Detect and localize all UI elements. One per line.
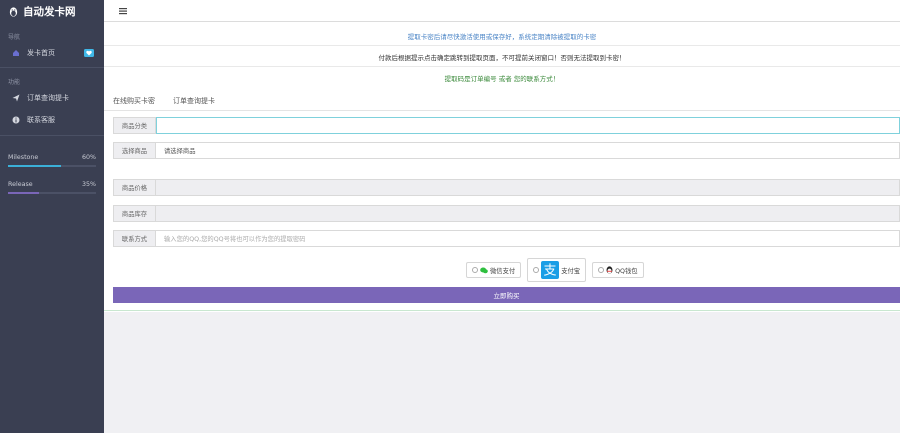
contact-input[interactable]: 输入您的QQ,您的QQ号将也可以作为您的提取密码 — [156, 231, 899, 246]
pay-label: 微信支付 — [490, 267, 516, 275]
wechat-icon — [480, 267, 488, 274]
price-label: 商品价格 — [114, 180, 156, 195]
menu-icon[interactable] — [119, 7, 127, 15]
stock-label: 商品库存 — [114, 206, 156, 221]
payment-options: 微信支付 支 支付宝 QQ钱包 — [466, 258, 644, 282]
stock-row: 商品库存 — [113, 205, 900, 222]
notice-line-1: 提取卡密后请尽快激活使用或保存好，系统定期清除被提取的卡密 — [407, 33, 597, 41]
progress-track — [8, 165, 96, 167]
price-row: 商品价格 — [113, 179, 900, 196]
sidebar-item-contact[interactable]: 联系客服 — [0, 112, 104, 128]
progress-release: Release 35% — [8, 181, 96, 194]
notice-divider — [104, 66, 900, 67]
penguin-icon — [9, 6, 18, 17]
top-bar — [104, 0, 900, 22]
sidebar-item-order-query[interactable]: 订单查询提卡 — [0, 90, 104, 106]
category-select[interactable] — [156, 117, 900, 134]
heart-badge-icon — [84, 49, 94, 57]
progress-milestone: Milestone 60% — [8, 154, 96, 167]
pay-wechat-option[interactable]: 微信支付 — [466, 262, 522, 278]
sidebar-divider — [0, 135, 104, 136]
stock-field — [156, 206, 899, 221]
tab-order-query[interactable]: 订单查询提卡 — [173, 96, 215, 106]
pay-alipay-option[interactable]: 支 支付宝 — [527, 258, 587, 282]
progress-fill — [8, 192, 39, 194]
pay-label: 支付宝 — [561, 267, 581, 275]
section-label-func: 功能 — [8, 79, 21, 86]
tab-buy-online[interactable]: 在线购买卡密 — [113, 96, 155, 106]
sidebar-item-home[interactable]: 发卡首页 — [0, 45, 104, 61]
contact-label: 联系方式 — [114, 231, 156, 246]
contact-row: 联系方式 输入您的QQ,您的QQ号将也可以作为您的提取密码 — [113, 230, 900, 247]
notice-divider — [104, 45, 900, 46]
radio-button[interactable] — [533, 267, 540, 273]
product-select[interactable]: 请选择商品 — [156, 143, 899, 158]
product-row: 选择商品 请选择商品 — [113, 142, 900, 159]
notice-line-2: 付款后根据提示点击确定跳转到提取页面，不可提前关闭窗口！否则无法提取到卡密！ — [378, 54, 626, 62]
price-field — [156, 180, 899, 195]
section-label-nav: 导航 — [8, 34, 21, 41]
progress-fill — [8, 165, 61, 167]
progress-track — [8, 192, 96, 194]
buy-now-button[interactable]: 立即购买 — [113, 287, 900, 303]
progress-value: 60% — [82, 154, 96, 161]
product-label: 选择商品 — [114, 143, 156, 158]
tabs: 在线购买卡密 订单查询提卡 — [113, 96, 215, 106]
progress-label: Milestone — [8, 154, 39, 161]
progress-value: 35% — [82, 181, 96, 188]
pay-qq-option[interactable]: QQ钱包 — [592, 262, 644, 278]
notice-line-3: 提取码是订单编号 或者 您的联系方式！ — [444, 75, 560, 83]
send-icon — [12, 94, 20, 102]
panel-bottom-border — [104, 310, 900, 311]
svg-text:支: 支 — [544, 264, 557, 279]
sidebar-item-label: 发卡首页 — [27, 49, 55, 57]
main-panel: 提取卡密后请尽快激活使用或保存好，系统定期清除被提取的卡密 付款后根据提示点击确… — [104, 22, 900, 312]
sidebar: 自动发卡网 导航 发卡首页 功能 订单查询提卡 联系客服 Milestone 6… — [0, 0, 104, 433]
sidebar-divider — [0, 67, 104, 68]
category-label: 商品分类 — [114, 118, 156, 133]
home-icon — [12, 49, 20, 57]
category-row: 商品分类 — [113, 117, 900, 134]
qq-wallet-icon — [606, 266, 613, 274]
radio-button[interactable] — [472, 267, 478, 273]
brand-title: 自动发卡网 — [23, 5, 76, 18]
sidebar-item-label: 联系客服 — [27, 116, 55, 124]
radio-button[interactable] — [598, 267, 605, 273]
pay-label: QQ钱包 — [615, 267, 638, 275]
sidebar-item-label: 订单查询提卡 — [27, 94, 69, 102]
progress-label: Release — [8, 181, 33, 188]
info-icon — [12, 116, 20, 124]
tabs-divider — [104, 110, 900, 111]
brand[interactable]: 自动发卡网 — [0, 0, 104, 22]
alipay-icon: 支 — [541, 261, 560, 279]
